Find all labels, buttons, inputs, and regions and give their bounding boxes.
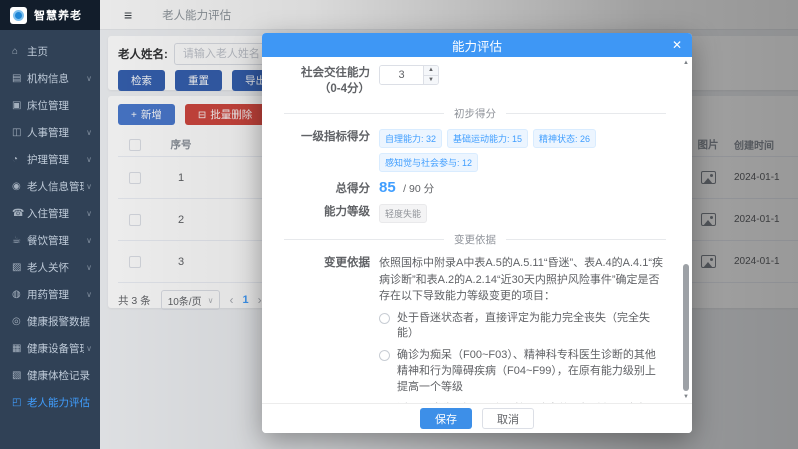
scroll-up-icon[interactable]: ▲ bbox=[681, 59, 691, 67]
sidebar-item-elder-info-mgmt[interactable]: ◉老人信息管理∨ bbox=[0, 173, 100, 200]
sidebar-item-elder-ability-assessment[interactable]: ◰老人能力评估 bbox=[0, 389, 100, 416]
indicator-badge: 精神状态: 26 bbox=[533, 129, 596, 148]
cancel-button[interactable]: 取消 bbox=[482, 408, 534, 429]
chevron-down-icon: ∨ bbox=[86, 263, 92, 272]
building-icon: ▤ bbox=[12, 73, 27, 84]
ability-level-label: 能力等级 bbox=[284, 204, 370, 223]
sidebar-item-home[interactable]: ⌂主页 bbox=[0, 38, 100, 65]
modal-body: 社会交往能力（0-4分） ▲ ▼ 初步得分 一级指标得分 自理能力: 32 基础… bbox=[262, 57, 692, 403]
sidebar-item-nursing-mgmt[interactable]: ◔护理管理∨ bbox=[0, 146, 100, 173]
radio-icon[interactable] bbox=[379, 350, 390, 361]
total-score-value: 85 bbox=[379, 179, 396, 196]
radio-icon[interactable] bbox=[379, 313, 390, 324]
sidebar-item-health-alarm-data[interactable]: ◎健康报警数据 bbox=[0, 308, 100, 335]
sidebar-item-catering-mgmt[interactable]: ☕餐饮管理∨ bbox=[0, 227, 100, 254]
logo: 智慧养老 bbox=[0, 0, 100, 30]
indicator-badges: 自理能力: 32 基础运动能力: 15 精神状态: 26 感知觉与社会参与: 1… bbox=[379, 129, 666, 172]
sidebar-item-bed-mgmt[interactable]: ▣床位管理 bbox=[0, 92, 100, 119]
sidebar-item-hr-mgmt[interactable]: ◫人事管理∨ bbox=[0, 119, 100, 146]
people-icon: ◫ bbox=[12, 127, 27, 138]
modal-scrollbar[interactable]: ▲ ▼ bbox=[681, 59, 691, 401]
social-score-input[interactable] bbox=[380, 66, 423, 84]
scroll-down-icon[interactable]: ▼ bbox=[681, 393, 691, 401]
device-icon: ▦ bbox=[12, 343, 27, 354]
chevron-down-icon: ∨ bbox=[86, 182, 92, 191]
chevron-down-icon: ∨ bbox=[86, 209, 92, 218]
person-icon: ◉ bbox=[12, 181, 27, 192]
chevron-down-icon: ∨ bbox=[86, 290, 92, 299]
ability-assessment-modal: 能力评估 ✕ 社会交往能力（0-4分） ▲ ▼ 初步得分 一级指标得分 自理能力 bbox=[262, 33, 692, 433]
sidebar-item-checkin-mgmt[interactable]: ☎入住管理∨ bbox=[0, 200, 100, 227]
divider-preliminary-score: 初步得分 bbox=[284, 106, 666, 121]
indicator-badge: 基础运动能力: 15 bbox=[447, 129, 528, 148]
phone-icon: ☎ bbox=[12, 208, 27, 219]
change-basis-description: 依照国标中附录A中表A.5的A.5.11“昏迷”、表A.4的A.4.1“疾病诊断… bbox=[379, 255, 666, 305]
indicator-badge: 感知觉与社会参与: 12 bbox=[379, 153, 478, 172]
stepper-up-icon[interactable]: ▲ bbox=[424, 66, 438, 76]
sidebar-item-org-info[interactable]: ▤机构信息∨ bbox=[0, 65, 100, 92]
assessment-icon: ◰ bbox=[12, 397, 27, 408]
close-icon[interactable]: ✕ bbox=[672, 33, 682, 57]
sidebar: 智慧养老 ⌂主页 ▤机构信息∨ ▣床位管理 ◫人事管理∨ ◔护理管理∨ ◉老人信… bbox=[0, 0, 100, 449]
ability-level-badge: 轻度失能 bbox=[379, 204, 427, 223]
chevron-down-icon: ∨ bbox=[86, 128, 92, 137]
sidebar-item-health-device-mgmt[interactable]: ▦健康设备管理∨ bbox=[0, 335, 100, 362]
logo-icon bbox=[10, 7, 27, 24]
app-title: 智慧养老 bbox=[34, 7, 82, 23]
divider-change-basis: 变更依据 bbox=[284, 232, 666, 247]
pill-icon: ◍ bbox=[12, 289, 27, 300]
sidebar-menu: ⌂主页 ▤机构信息∨ ▣床位管理 ◫人事管理∨ ◔护理管理∨ ◉老人信息管理∨ … bbox=[0, 30, 100, 416]
indicator-badge: 自理能力: 32 bbox=[379, 129, 442, 148]
chevron-down-icon: ∨ bbox=[86, 236, 92, 245]
chevron-down-icon: ∨ bbox=[86, 74, 92, 83]
cup-icon: ☕ bbox=[12, 235, 27, 246]
bed-icon: ▣ bbox=[12, 100, 27, 111]
stepper-down-icon[interactable]: ▼ bbox=[424, 76, 438, 85]
social-score-stepper: ▲ ▼ bbox=[379, 65, 439, 85]
total-score-label: 总得分 bbox=[284, 181, 370, 197]
record-icon: ▧ bbox=[12, 370, 27, 381]
sidebar-item-health-exam-records[interactable]: ▧健康体检记录 bbox=[0, 362, 100, 389]
home-icon: ⌂ bbox=[12, 46, 27, 57]
nurse-icon: ◔ bbox=[12, 154, 27, 165]
modal-footer: 保存 取消 bbox=[262, 403, 692, 433]
modal-header: 能力评估 ✕ bbox=[262, 33, 692, 57]
social-ability-label: 社会交往能力（0-4分） bbox=[284, 65, 370, 97]
total-score-suffix: / 90 分 bbox=[403, 183, 434, 195]
chevron-down-icon: ∨ bbox=[86, 155, 92, 164]
save-button[interactable]: 保存 bbox=[420, 408, 472, 429]
change-basis-label: 变更依据 bbox=[284, 255, 370, 403]
picture-icon: ▨ bbox=[12, 262, 27, 273]
indicator-score-label: 一级指标得分 bbox=[284, 129, 370, 172]
change-option[interactable]: 确诊为痴呆（F00~F03）、精神科专科医生诊断的其他精神和行为障碍疾病（F04… bbox=[379, 348, 666, 396]
chevron-down-icon: ∨ bbox=[86, 344, 92, 353]
sidebar-item-elder-care[interactable]: ▨老人关怀∨ bbox=[0, 254, 100, 281]
modal-title: 能力评估 bbox=[452, 36, 502, 55]
scrollbar-thumb[interactable] bbox=[683, 264, 689, 391]
sidebar-item-medication-mgmt[interactable]: ◍用药管理∨ bbox=[0, 281, 100, 308]
alert-icon: ◎ bbox=[12, 316, 27, 327]
change-option[interactable]: 处于昏迷状态者，直接评定为能力完全丧失（完全失能） bbox=[379, 311, 666, 343]
